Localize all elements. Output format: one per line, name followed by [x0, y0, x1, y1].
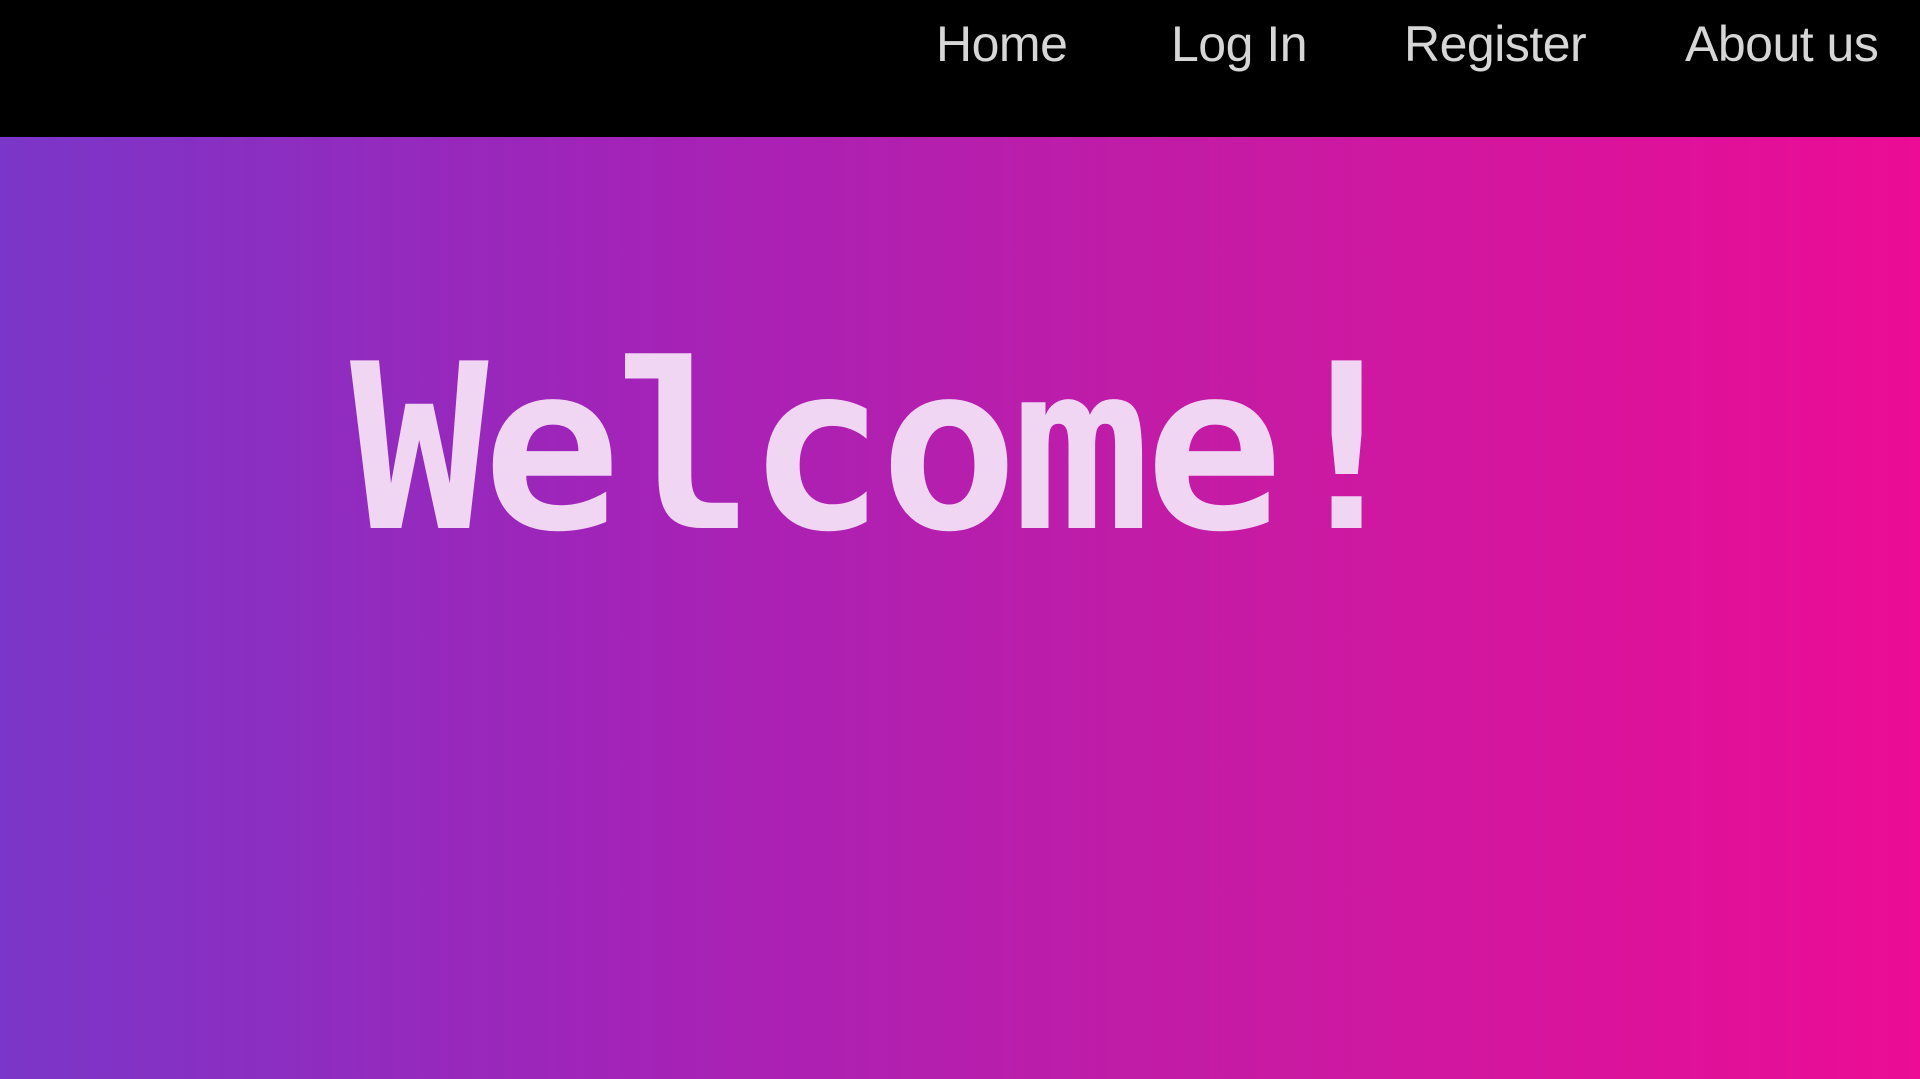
hero-section: Welcome!: [0, 137, 1920, 1079]
nav-link-about-us[interactable]: About us: [1685, 14, 1879, 74]
welcome-heading: Welcome!: [350, 316, 1416, 583]
nav-link-home[interactable]: Home: [936, 14, 1068, 74]
nav-link-register[interactable]: Register: [1404, 14, 1587, 74]
top-navbar: Home Log In Register About us: [0, 0, 1920, 137]
page: Home Log In Register About us Welcome!: [0, 0, 1920, 1079]
nav-link-log-in[interactable]: Log In: [1171, 14, 1308, 74]
